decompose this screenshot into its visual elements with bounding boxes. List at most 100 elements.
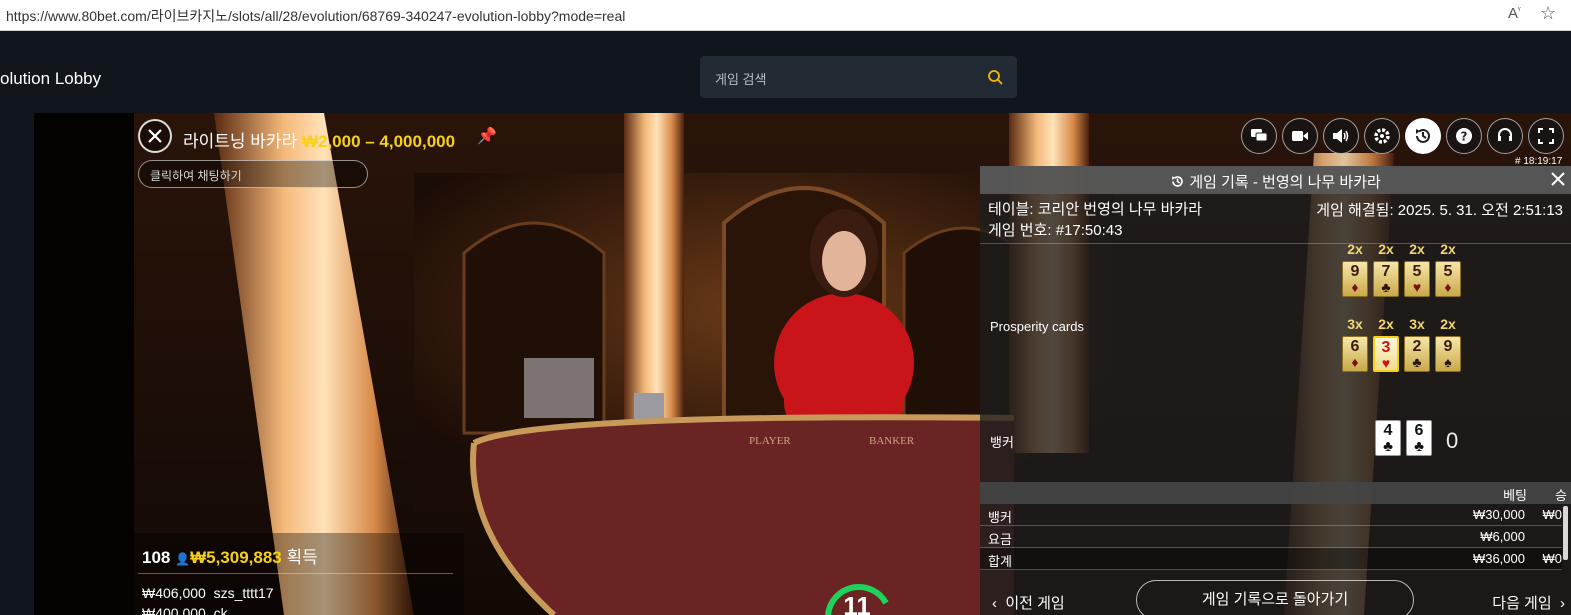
card-rank: 7 [1381, 263, 1391, 280]
previous-game-button[interactable]: ‹ 이전 게임 [992, 592, 1065, 613]
fullscreen-button[interactable] [1528, 118, 1564, 154]
divider [138, 573, 453, 574]
next-game-button[interactable]: 다음 게임 › [1492, 592, 1565, 613]
sidebar-gutter [0, 113, 34, 615]
page-title: olution Lobby [0, 69, 102, 88]
svg-text:BANKER: BANKER [869, 435, 915, 447]
banker-label: 뱅커 [990, 435, 1014, 450]
resolved-time: 게임 해결됨: 2025. 5. 31. 오전 2:51:13 [1316, 202, 1563, 219]
read-aloud-icon[interactable]: Aᵞ [1508, 5, 1521, 22]
win-amount: ₩0 [1542, 551, 1563, 566]
prosperity-card: 9 ♦ [1342, 261, 1368, 297]
favorite-star-icon[interactable]: ☆ [1540, 3, 1556, 24]
multiplier-label: 2x [1409, 241, 1425, 257]
close-history-button[interactable] [1551, 170, 1565, 190]
prosperity-card: 6 ♦ [1342, 336, 1368, 372]
winners-summary: 108 👤₩5,309,883 획득 [142, 543, 318, 568]
history-title-text: 게임 기록 - 번영의 나무 바카라 [1189, 174, 1381, 191]
banker-card: 6 ♣ [1406, 420, 1432, 456]
volume-button[interactable] [1323, 118, 1359, 154]
game-history-panel: 게임 기록 - 번영의 나무 바카라 테이블: 코리안 번영의 나무 바카라 게… [980, 166, 1571, 615]
search-icon[interactable] [987, 69, 1003, 85]
svg-text:?: ? [1461, 130, 1468, 144]
card-rank: 2 [1412, 338, 1422, 355]
history-icon [1172, 176, 1183, 187]
recent-win: ₩400,000 ck [142, 605, 228, 615]
history-info: 테이블: 코리안 번영의 나무 바카라 게임 번호: #17:50:43 [988, 199, 1202, 241]
headset-icon [1498, 128, 1512, 141]
card-suit: ♣ [1414, 438, 1424, 455]
winners-label: 획득 [286, 548, 318, 567]
back-to-history-button[interactable]: 게임 기록으로 돌아가기 [1136, 580, 1414, 615]
table-row-total: 합계 ₩36,000 ₩0 [980, 548, 1562, 570]
url-text[interactable]: https://www.80bet.com/라이브카지노/slots/all/2… [6, 6, 625, 26]
card-suit: ♠ [1444, 354, 1452, 370]
banker-card: 4 ♣ [1375, 420, 1401, 456]
settings-button[interactable] [1364, 118, 1400, 154]
bet-name: 뱅커 [988, 510, 1012, 525]
winners-amount: ₩5,309,883 [190, 548, 282, 567]
video-button[interactable] [1282, 118, 1318, 154]
card-rank: 9 [1443, 338, 1453, 355]
table-name: 테이블: 코리안 번영의 나무 바카라 [988, 201, 1203, 218]
table-row: 뱅커 ₩30,000 ₩0 [980, 504, 1562, 526]
prosperity-card: 5 ♥ [1404, 261, 1430, 297]
prosperity-card: 7 ♣ [1373, 261, 1399, 297]
card-rank: 6 [1350, 338, 1360, 355]
card-suit: ♣ [1412, 354, 1422, 370]
chat-placeholder: 클릭하여 채팅하기 [150, 169, 242, 183]
chat-input[interactable]: 클릭하여 채팅하기 [138, 160, 368, 188]
volume-icon [1333, 129, 1349, 143]
close-game-button[interactable] [138, 119, 172, 153]
card-rank: 3 [1381, 339, 1391, 356]
chevron-right-icon: › [1560, 595, 1565, 612]
help-button[interactable]: ? [1446, 118, 1482, 154]
previous-game-label: 이전 게임 [1005, 595, 1065, 612]
close-icon [148, 129, 162, 143]
multiplier-label: 2x [1440, 316, 1456, 332]
settings-icon [1374, 128, 1390, 144]
winners-count: 108 [142, 548, 171, 567]
card-rank: 5 [1412, 263, 1422, 280]
bet-amount: ₩30,000 [1472, 507, 1525, 522]
multiplier-label: 3x [1409, 316, 1425, 332]
chevron-left-icon: ‹ [992, 595, 997, 612]
search-input[interactable]: 게임 검색 [700, 56, 1017, 98]
bet-amount: ₩6,000 [1480, 529, 1525, 544]
game-title: 라이트닝 바카라 ₩2,000 – 4,000,000 [183, 127, 455, 152]
game-viewport[interactable]: PLAYER BANKER 라이트닝 바카라 ₩2,000 – 4,000,00… [34, 113, 1571, 615]
support-button[interactable] [1487, 118, 1523, 154]
card-suit: ♣ [1383, 438, 1393, 455]
prosperity-card: 5 ♦ [1435, 261, 1461, 297]
user-icon: 👤 [175, 552, 191, 566]
scrollbar[interactable] [1563, 506, 1568, 560]
help-icon: ? [1456, 128, 1472, 144]
history-header: 게임 기록 - 번영의 나무 바카라 [980, 166, 1571, 194]
multiplier-label: 3x [1347, 316, 1363, 332]
prosperity-card: 3 ♥ [1373, 336, 1399, 372]
chat-button[interactable] [1241, 118, 1277, 154]
site-header: olution Lobby 게임 검색 [0, 31, 1571, 113]
fullscreen-icon [1538, 128, 1554, 144]
card-rank: 9 [1350, 263, 1360, 280]
countdown-timer: 11 [825, 583, 889, 615]
bet-column-header: 베팅 [1503, 488, 1527, 503]
card-suit: ♣ [1381, 279, 1391, 295]
card-suit: ♥ [1381, 355, 1391, 371]
bet-name: 합계 [988, 554, 1012, 569]
close-icon [1551, 172, 1565, 186]
history-icon [1416, 128, 1430, 143]
win-amount: ₩0 [1542, 507, 1563, 522]
address-bar[interactable]: https://www.80bet.com/라이브카지노/slots/all/2… [0, 0, 1571, 31]
history-button[interactable] [1405, 118, 1441, 154]
card-suit: ♦ [1351, 354, 1359, 370]
win-amount: ₩400,000 [142, 605, 206, 615]
card-rank: 6 [1414, 422, 1424, 439]
chat-icon [1251, 129, 1268, 142]
multiplier-label: 2x [1440, 241, 1456, 257]
banker-score: 0 [1446, 428, 1459, 453]
win-user: ck [213, 605, 228, 615]
round-number: 게임 번호: #17:50:43 [988, 222, 1123, 239]
pin-icon[interactable]: 📌 [477, 126, 497, 146]
multiplier-label: 2x [1347, 241, 1363, 257]
